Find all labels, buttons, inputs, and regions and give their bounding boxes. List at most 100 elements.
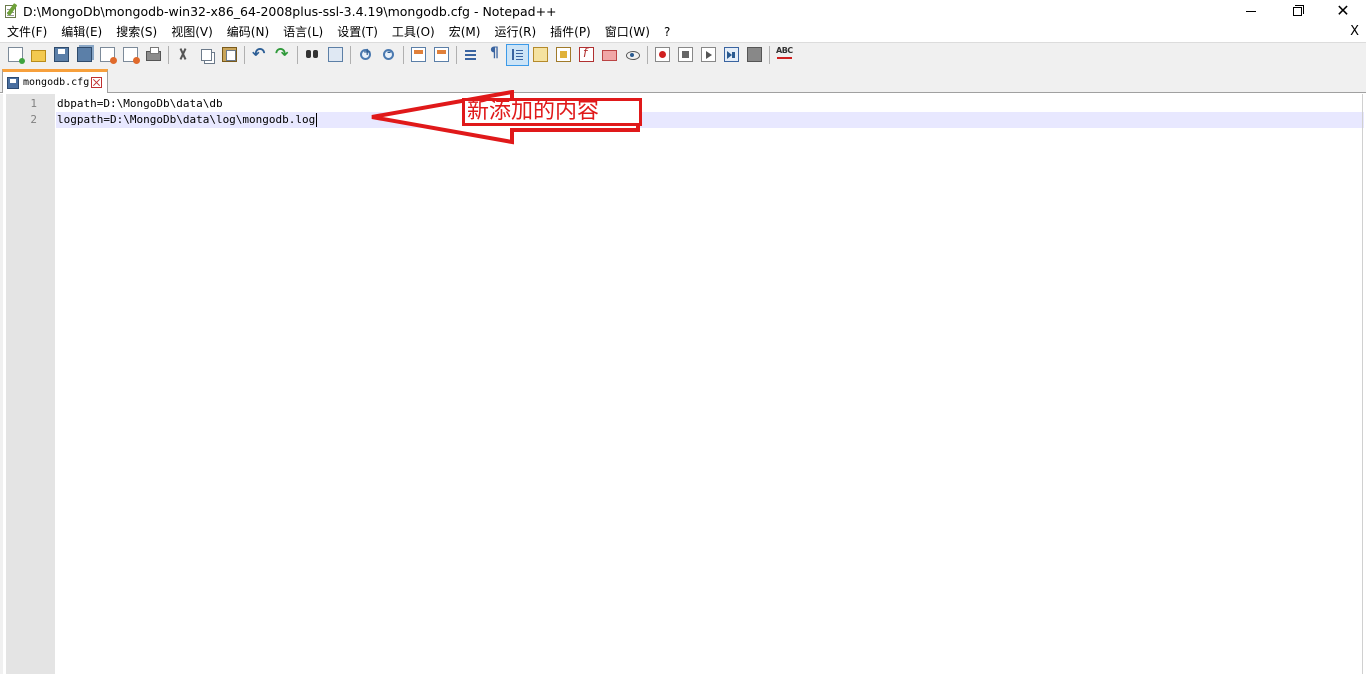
menu-tools[interactable]: 工具(O) [385, 22, 442, 42]
undo-icon [252, 44, 267, 63]
toolbar-separator [403, 45, 404, 64]
undo-button[interactable] [248, 44, 271, 66]
record-macro-icon [655, 47, 670, 62]
save-all-icon [77, 47, 92, 62]
sync-vertical-button[interactable] [407, 44, 430, 66]
menu-bar: 文件(F) 编辑(E) 搜索(S) 视图(V) 编码(N) 语言(L) 设置(T… [0, 22, 1366, 42]
find-button[interactable] [301, 44, 324, 66]
menu-language[interactable]: 语言(L) [276, 22, 330, 42]
minimize-icon [1246, 10, 1256, 12]
tab-close-icon[interactable] [91, 77, 103, 88]
editor-right-border [1362, 94, 1363, 674]
word-wrap-icon [464, 47, 479, 62]
text-caret [316, 113, 318, 127]
editor-area[interactable]: 1 2 dbpath=D:\MongoDb\data\db logpath=D:… [0, 94, 1366, 674]
tab-bar: mongodb.cfg [0, 66, 1366, 93]
function-list-icon [579, 46, 594, 62]
menu-file[interactable]: 文件(F) [0, 22, 54, 42]
indent-guide-icon [510, 47, 525, 62]
print-button[interactable] [142, 44, 165, 66]
toolbar-separator [769, 45, 770, 64]
word-wrap-button[interactable] [460, 44, 483, 66]
run-macro-multiple-button[interactable] [720, 44, 743, 66]
save-macro-button[interactable] [743, 44, 766, 66]
user-defined-language-button[interactable] [529, 44, 552, 66]
playback-icon [701, 47, 716, 62]
menu-settings[interactable]: 设置(T) [330, 22, 385, 42]
copy-button[interactable] [195, 44, 218, 66]
line-number: 2 [30, 113, 37, 126]
menu-encoding[interactable]: 编码(N) [220, 22, 276, 42]
zoom-out-button[interactable] [377, 44, 400, 66]
new-file-button[interactable] [4, 44, 27, 66]
annotation-arrow: 新添加的内容 [370, 89, 660, 145]
menu-macro[interactable]: 宏(M) [442, 22, 488, 42]
sync-vertical-icon [411, 47, 426, 62]
restore-button[interactable] [1274, 0, 1320, 22]
restore-icon [1292, 4, 1304, 16]
toolbar-separator [244, 45, 245, 64]
spell-check-button[interactable] [773, 44, 796, 66]
menu-view[interactable]: 视图(V) [164, 22, 220, 42]
code-line[interactable]: dbpath=D:\MongoDb\data\db [56, 96, 1364, 112]
zoom-in-button[interactable] [354, 44, 377, 66]
redo-button[interactable] [271, 44, 294, 66]
title-bar: D:\MongoDb\mongodb-win32-x86_64-2008plus… [0, 0, 1366, 22]
minimize-button[interactable] [1228, 0, 1274, 22]
close-window-button[interactable]: ✕ [1320, 0, 1366, 22]
cut-icon [176, 47, 191, 62]
open-file-button[interactable] [27, 44, 50, 66]
menu-window[interactable]: 窗口(W) [598, 22, 657, 42]
code-line-text: dbpath=D:\MongoDb\data\db [57, 97, 223, 110]
cut-button[interactable] [172, 44, 195, 66]
copy-icon [201, 48, 212, 61]
print-icon [146, 47, 161, 61]
window-title: D:\MongoDb\mongodb-win32-x86_64-2008plus… [23, 3, 557, 19]
save-macro-icon [747, 47, 762, 62]
close-all-button[interactable] [119, 44, 142, 66]
code-line-current[interactable]: logpath=D:\MongoDb\data\log\mongodb.log [56, 112, 1364, 128]
annotation-label: 新添加的内容 [462, 98, 642, 126]
saved-file-icon [7, 76, 19, 89]
show-all-chars-button[interactable] [483, 44, 506, 66]
sync-horizontal-button[interactable] [430, 44, 453, 66]
menu-edit[interactable]: 编辑(E) [54, 22, 109, 42]
close-icon: ✕ [1336, 1, 1350, 20]
replace-icon [328, 47, 343, 62]
run-macro-multiple-icon [724, 47, 739, 62]
zoom-out-icon [383, 47, 394, 60]
open-file-icon [31, 49, 46, 62]
document-map-button[interactable] [552, 44, 575, 66]
sync-horizontal-icon [434, 47, 449, 62]
tab-mongodb-cfg[interactable]: mongodb.cfg [2, 69, 108, 93]
stop-recording-icon [678, 47, 693, 62]
menu-run[interactable]: 运行(R) [487, 22, 543, 42]
record-macro-button[interactable] [651, 44, 674, 66]
menu-plugins[interactable]: 插件(P) [543, 22, 598, 42]
save-button[interactable] [50, 44, 73, 66]
monitoring-button[interactable] [621, 44, 644, 66]
menu-search[interactable]: 搜索(S) [109, 22, 164, 42]
playback-button[interactable] [697, 44, 720, 66]
menu-help[interactable]: ? [657, 22, 677, 42]
show-all-chars-icon [487, 45, 502, 62]
save-all-button[interactable] [73, 44, 96, 66]
indent-guide-button[interactable] [506, 43, 529, 66]
function-list-button[interactable] [575, 44, 598, 66]
find-icon [305, 47, 320, 62]
folder-as-workspace-button[interactable] [598, 44, 621, 66]
save-icon [54, 47, 69, 62]
close-button[interactable] [96, 44, 119, 66]
toolbar-separator [647, 45, 648, 64]
paste-button[interactable] [218, 44, 241, 66]
new-file-icon [8, 47, 25, 64]
monitoring-icon [625, 47, 640, 62]
zoom-in-icon [360, 47, 371, 60]
folder-as-workspace-icon [602, 50, 617, 61]
toolbar-separator [168, 45, 169, 64]
replace-button[interactable] [324, 44, 347, 66]
close-document-button[interactable]: X [1350, 22, 1359, 42]
redo-icon [275, 44, 290, 63]
notepad-plus-plus-icon [3, 3, 19, 19]
stop-recording-button[interactable] [674, 44, 697, 66]
